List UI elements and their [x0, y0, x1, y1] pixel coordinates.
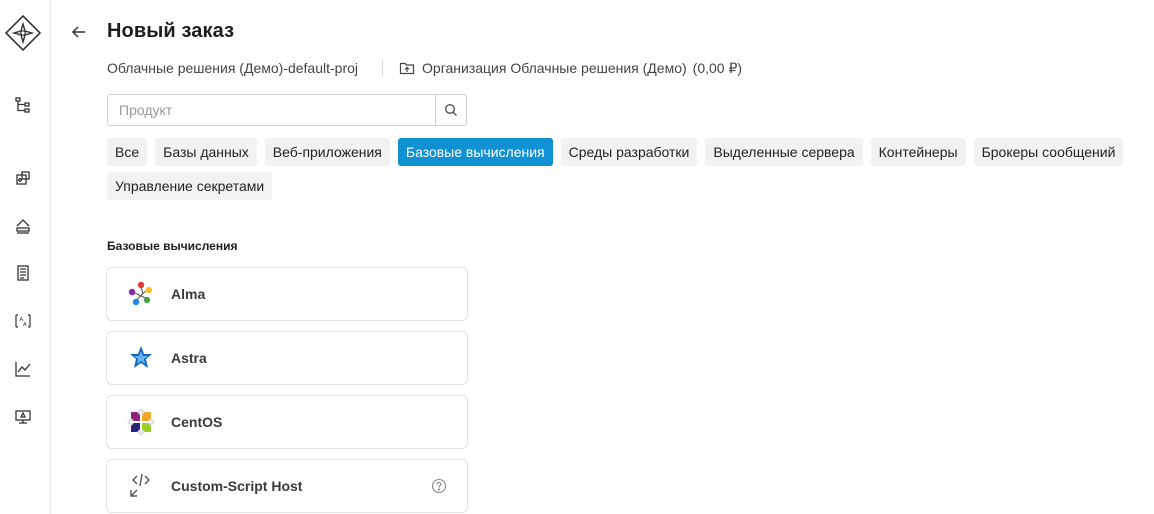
svg-text:A: A — [23, 322, 27, 328]
code-icon — [126, 471, 156, 501]
product-name: Astra — [171, 350, 207, 366]
product-card-astra[interactable]: Astra — [106, 331, 468, 385]
product-card-centos[interactable]: CentOS — [106, 395, 468, 449]
sidebar: A A — [0, 0, 51, 514]
astra-logo-icon — [126, 343, 156, 373]
translate-icon[interactable]: A A — [13, 311, 33, 331]
tab-basic-compute[interactable]: Базовые вычисления — [397, 138, 553, 166]
tab-all[interactable]: Все — [107, 138, 148, 166]
alma-logo-icon — [126, 279, 156, 309]
product-search — [107, 94, 467, 126]
breadcrumb: Облачные решения (Демо)-default-proj Орг… — [107, 59, 742, 77]
tab-message-brokers[interactable]: Брокеры сообщений — [973, 138, 1124, 166]
search-button[interactable] — [435, 95, 466, 125]
diamond-logo[interactable] — [4, 14, 42, 52]
section-title: Базовые вычисления — [107, 239, 238, 253]
folder-upload-icon — [399, 60, 415, 76]
organization-name[interactable]: Организация Облачные решения (Демо) — [422, 60, 687, 76]
arrow-left-icon[interactable] — [69, 22, 89, 42]
project-name[interactable]: Облачные решения (Демо)-default-proj — [107, 60, 358, 76]
product-card-custom-script-host[interactable]: Custom-Script Host — [106, 459, 468, 513]
tab-dedicated-servers[interactable]: Выделенные сервера — [705, 138, 863, 166]
page-title: Новый заказ — [107, 20, 235, 42]
search-icon — [444, 103, 458, 117]
product-name: Alma — [171, 286, 206, 302]
divider — [382, 60, 384, 76]
tab-dev-environments[interactable]: Среды разработки — [560, 138, 698, 166]
help-icon[interactable] — [431, 478, 447, 494]
product-card-alma[interactable]: Alma — [106, 267, 468, 321]
product-name: CentOS — [171, 414, 223, 430]
tab-databases[interactable]: Базы данных — [155, 138, 257, 166]
cloud-storage-icon[interactable] — [13, 216, 33, 236]
analytics-icon[interactable] — [13, 359, 33, 379]
monitor-settings-icon[interactable] — [13, 407, 33, 427]
category-tabs: Все Базы данных Веб-приложения Базовые в… — [107, 138, 1154, 200]
search-input[interactable] — [108, 95, 435, 125]
tab-web-apps[interactable]: Веб-приложения — [264, 138, 390, 166]
hierarchy-icon[interactable] — [13, 95, 33, 115]
services-icon[interactable] — [13, 168, 33, 188]
orders-list-icon[interactable] — [13, 263, 33, 283]
tab-secrets-management[interactable]: Управление секретами — [107, 172, 273, 200]
balance: (0,00 ₽) — [692, 59, 743, 76]
product-list: Alma Astra CentOS Custom-Script Host — [106, 267, 468, 514]
centos-logo-icon — [126, 407, 156, 437]
tab-containers[interactable]: Контейнеры — [870, 138, 966, 166]
product-name: Custom-Script Host — [171, 478, 303, 494]
